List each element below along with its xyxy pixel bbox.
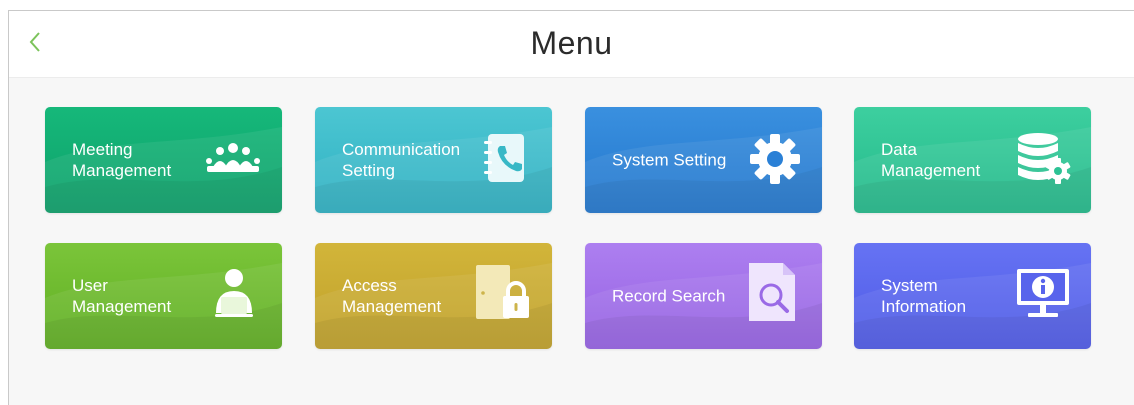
tile-label: Record Search bbox=[612, 286, 726, 306]
tile-label: Communication Setting bbox=[342, 140, 461, 180]
tile-label: User Management bbox=[72, 276, 172, 316]
user-computer-icon bbox=[211, 267, 257, 326]
database-gear-icon bbox=[1014, 131, 1074, 192]
tile-label: Data Management bbox=[881, 140, 981, 180]
document-search-icon bbox=[745, 261, 801, 332]
access-management-tile[interactable]: Access Management bbox=[315, 243, 552, 349]
user-management-tile[interactable]: User Management bbox=[45, 243, 282, 349]
tile-label: Access Management bbox=[342, 276, 442, 316]
meeting-icon bbox=[203, 139, 263, 184]
meeting-management-tile[interactable]: Meeting Management bbox=[45, 107, 282, 213]
top-bar: Menu bbox=[9, 11, 1134, 78]
system-setting-tile[interactable]: System Setting bbox=[585, 107, 822, 213]
page-title: Menu bbox=[530, 25, 613, 61]
gear-icon bbox=[749, 133, 801, 190]
tile-label: System Setting bbox=[612, 150, 727, 170]
system-information-tile[interactable]: System Information bbox=[854, 243, 1091, 349]
monitor-info-icon bbox=[1014, 267, 1072, 326]
record-search-tile[interactable]: Record Search bbox=[585, 243, 822, 349]
data-management-tile[interactable]: Data Management bbox=[854, 107, 1091, 213]
communication-setting-tile[interactable]: Communication Setting bbox=[315, 107, 552, 213]
tile-label: System Information bbox=[881, 276, 967, 316]
tile-label: Meeting Management bbox=[72, 140, 172, 180]
door-lock-icon bbox=[473, 263, 533, 330]
phone-book-icon bbox=[483, 133, 527, 190]
